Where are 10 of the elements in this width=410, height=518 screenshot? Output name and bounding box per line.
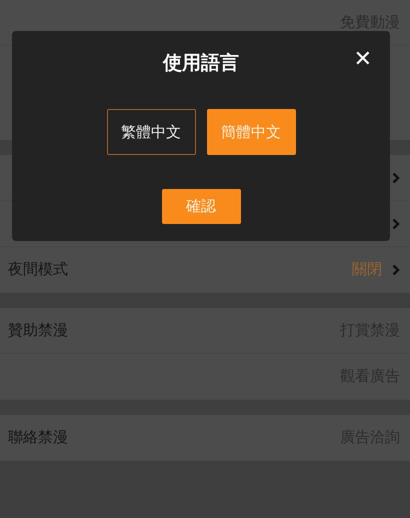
language-option[interactable]: 繁體中文: [106, 109, 196, 155]
chevron-right-icon: [392, 264, 400, 276]
chevron-right-icon: [392, 218, 400, 230]
language-option[interactable]: 簡體中文: [206, 109, 296, 155]
setting-label: 聯絡禁漫: [8, 428, 68, 447]
dialog-title: 使用語言: [163, 51, 239, 76]
confirm-button[interactable]: 確認: [162, 189, 240, 224]
setting-value[interactable]: 關閉: [352, 260, 382, 279]
chevron-right-icon: [392, 172, 400, 184]
close-button[interactable]: ✕: [350, 47, 376, 72]
